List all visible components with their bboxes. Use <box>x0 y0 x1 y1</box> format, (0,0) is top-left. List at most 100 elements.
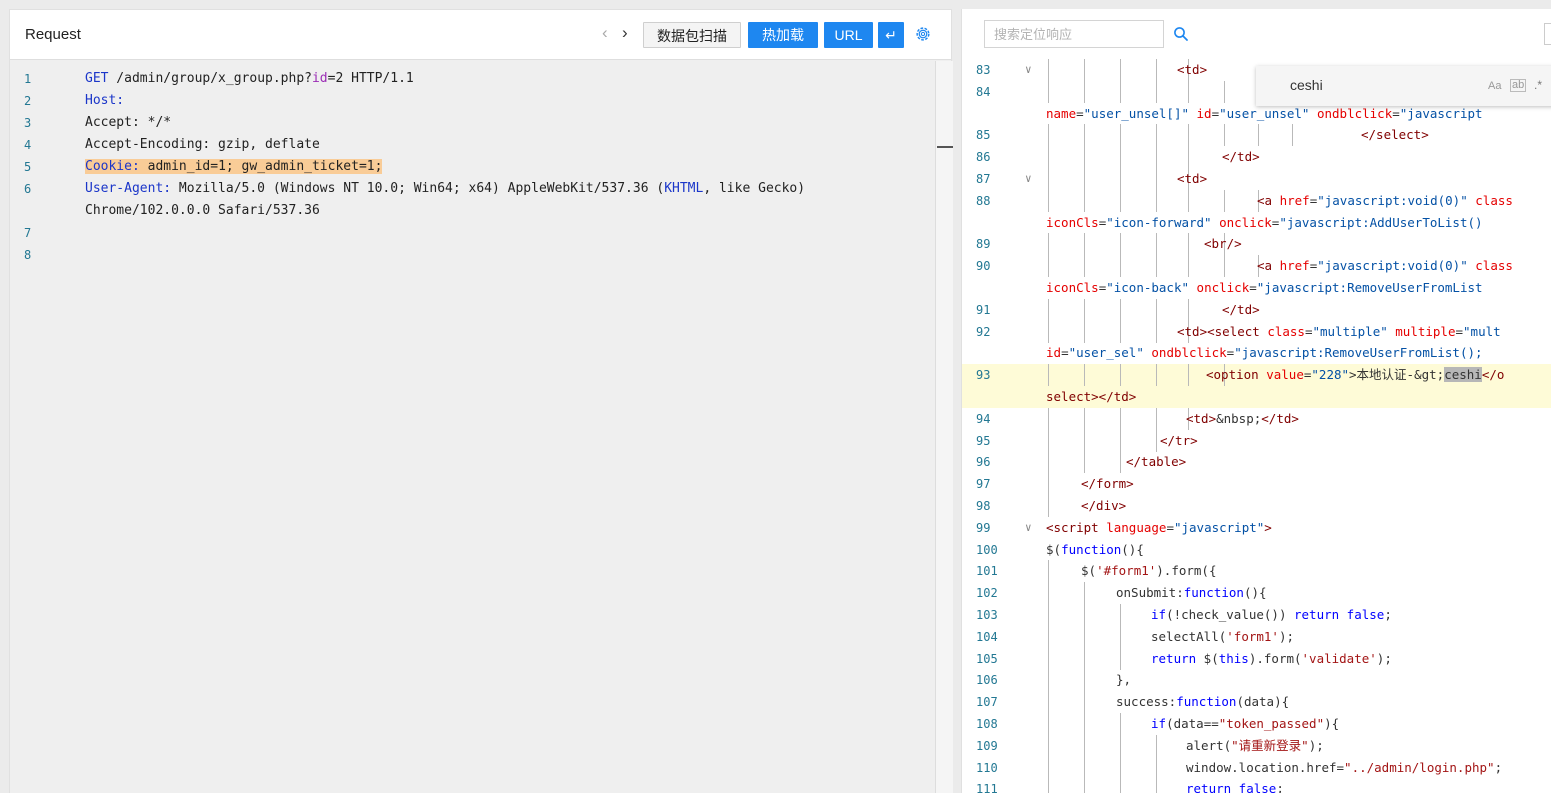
code-text: <td><select class="multiple" multiple="m… <box>1177 321 1501 343</box>
fold-chevron-icon[interactable]: ∨ <box>1025 168 1032 190</box>
code-token: <option <box>1206 367 1267 383</box>
line-number: 96 <box>976 455 991 470</box>
indent-guide <box>1048 691 1049 714</box>
code-token: KHTML <box>664 181 704 196</box>
code-token: >本地认证-&gt; <box>1349 367 1445 383</box>
code-token: "javascript <box>1399 105 1483 121</box>
line-number: 88 <box>976 193 991 208</box>
code-line: 96 </table> <box>962 451 1551 474</box>
indent-guide <box>1156 756 1157 779</box>
code-text: iconCls="icon-back" onclick="javascript:… <box>1046 277 1483 299</box>
indent-guide <box>1048 604 1049 626</box>
code-token: if <box>1151 716 1167 731</box>
code-token: <td> <box>1177 171 1208 186</box>
fold-chevron-icon[interactable]: ∨ <box>1025 517 1032 539</box>
indent-guide <box>1048 451 1049 474</box>
code-line: iconCls="icon-forward" onclick="javascri… <box>962 212 1551 234</box>
code-line: 92 <td><select class="multiple" multiple=… <box>962 320 1551 343</box>
find-input[interactable] <box>1256 69 1506 101</box>
code-token: ); <box>1278 628 1295 644</box>
indent-guide <box>1084 233 1085 256</box>
regex-icon[interactable]: .* <box>1534 78 1542 92</box>
code-line: 89 <br/> <box>962 233 1551 256</box>
response-search-box[interactable] <box>984 20 1164 48</box>
fold-chevron-icon[interactable]: ∨ <box>1025 59 1032 81</box>
code-token: ceshi <box>1444 367 1482 383</box>
code-token: "token_passed" <box>1218 716 1325 731</box>
response-toolbar-edge <box>1544 23 1551 45</box>
prev-arrow-icon[interactable]: ‹ <box>602 23 608 43</box>
indent-guide <box>1188 364 1189 387</box>
indent-guide <box>1156 407 1157 430</box>
code-text: if(!check_value()) return false; <box>1151 604 1392 626</box>
line-number: 109 <box>976 738 998 753</box>
line-number: 110 <box>976 760 998 775</box>
request-editor[interactable]: 1 GET /admin/group/x_group.php?id=2 HTTP/… <box>10 61 937 793</box>
indent-guide <box>1048 713 1049 735</box>
code-line: 105 return $(this).form('validate'); <box>962 647 1551 670</box>
request-scrollbar[interactable] <box>935 61 953 793</box>
code-token: 'form1' <box>1226 628 1279 644</box>
indent-guide <box>1156 429 1157 452</box>
gear-icon[interactable] <box>914 25 932 43</box>
code-token: ; <box>1384 607 1392 622</box>
indent-guide <box>1084 713 1085 735</box>
code-token: (!check_value()) <box>1166 607 1294 622</box>
code-text: <a href="javascript:void(0)" class <box>1257 190 1513 212</box>
code-text: <td> <box>1177 59 1207 81</box>
url-button[interactable]: URL <box>824 22 873 48</box>
line-number: 103 <box>976 608 998 622</box>
indent-guide <box>1120 604 1121 626</box>
code-token: <td><select <box>1177 323 1268 339</box>
code-token: return false <box>1294 607 1385 622</box>
code-token: = <box>1061 345 1069 361</box>
code-token: ; <box>1494 759 1503 775</box>
indent-guide <box>1048 255 1049 278</box>
response-panel: 83∨<td>84name="user_unsel[]" id="user_un… <box>961 9 1551 793</box>
code-line: 85 </select> <box>962 124 1551 147</box>
code-line: 2 Host: <box>10 90 930 112</box>
indent-guide <box>1120 124 1121 147</box>
code-line: 102 onSubmit:function(){ <box>962 582 1551 605</box>
code-text: }, <box>1116 669 1131 691</box>
match-word-icon[interactable]: ab <box>1510 79 1527 92</box>
indent-guide <box>1156 146 1157 169</box>
indent-guide <box>1120 146 1121 169</box>
code-line: 3 Accept: */* <box>10 112 930 134</box>
code-token: ); <box>1376 650 1392 666</box>
indent-guide <box>1188 298 1189 321</box>
indent-guide <box>1084 407 1085 430</box>
word-wrap-button[interactable]: ↵ <box>878 22 904 48</box>
indent-guide <box>1120 233 1121 256</box>
response-search-input[interactable] <box>985 21 1163 47</box>
indent-guide <box>1120 364 1121 387</box>
match-case-icon[interactable]: Aa <box>1488 80 1501 92</box>
code-text: <br/> <box>1204 233 1242 255</box>
code-token: "javascript:RemoveUserFromList(); <box>1234 345 1483 361</box>
code-token: function <box>1183 585 1244 601</box>
indent-guide <box>1048 734 1049 757</box>
code-text: success:function(data){ <box>1116 691 1289 713</box>
indent-guide <box>1156 189 1157 212</box>
code-line: 110 window.location.href="../admin/login.… <box>962 756 1551 779</box>
code-text: </td> <box>1222 146 1260 168</box>
code-token: </select> <box>1361 127 1429 143</box>
code-token: "javascript:void(0)" <box>1317 192 1468 208</box>
line-number: 89 <box>976 237 991 252</box>
next-arrow-icon[interactable]: › <box>622 23 628 43</box>
code-text: </div> <box>1081 495 1126 517</box>
indent-guide <box>1048 298 1049 321</box>
line-number: 102 <box>976 586 998 601</box>
hot-load-button[interactable]: 热加载 <box>748 22 818 48</box>
packet-scan-button[interactable]: 数据包扫描 <box>643 22 741 48</box>
indent-guide <box>1084 189 1085 212</box>
code-token: (){ <box>1243 585 1267 601</box>
code-line: 107 success:function(data){ <box>962 691 1551 714</box>
code-line: iconCls="icon-back" onclick="javascript:… <box>962 277 1551 299</box>
search-icon[interactable] <box>1173 26 1189 42</box>
code-token: $( <box>1046 541 1062 557</box>
response-editor[interactable]: 83 ∨ <td> 84 name="user_unsel[]" id="user_un… <box>962 59 1551 793</box>
indent-guide <box>1048 473 1049 496</box>
